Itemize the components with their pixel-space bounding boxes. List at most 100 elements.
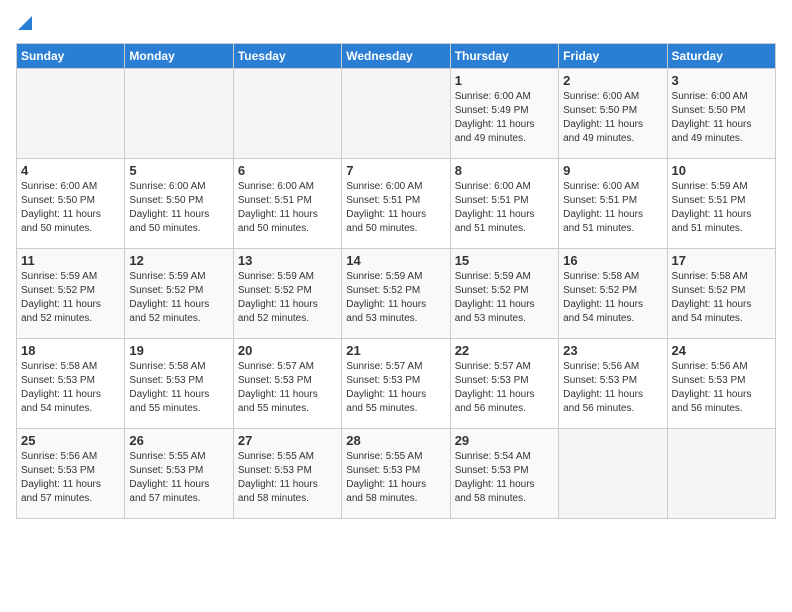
calendar-cell: 13 Sunrise: 5:59 AM Sunset: 5:52 PM Dayli… bbox=[233, 249, 341, 339]
calendar-cell: 11 Sunrise: 5:59 AM Sunset: 5:52 PM Dayli… bbox=[17, 249, 125, 339]
day-info: Sunrise: 6:00 AM Sunset: 5:50 PM Dayligh… bbox=[129, 180, 228, 236]
calendar-cell: 3 Sunrise: 6:00 AM Sunset: 5:50 PM Daylig… bbox=[667, 69, 775, 159]
day-info: Sunrise: 5:57 AM Sunset: 5:53 PM Dayligh… bbox=[238, 360, 337, 416]
day-info: Sunrise: 6:00 AM Sunset: 5:50 PM Dayligh… bbox=[672, 90, 771, 146]
calendar-cell: 18 Sunrise: 5:58 AM Sunset: 5:53 PM Dayli… bbox=[17, 339, 125, 429]
calendar-cell: 22 Sunrise: 5:57 AM Sunset: 5:53 PM Dayli… bbox=[450, 339, 558, 429]
calendar-cell: 6 Sunrise: 6:00 AM Sunset: 5:51 PM Daylig… bbox=[233, 159, 341, 249]
calendar-cell: 23Sunrise: 5:56 AM Sunset: 5:53 PM Dayli… bbox=[559, 339, 667, 429]
day-number: 12 bbox=[129, 253, 228, 268]
calendar-cell: 14Sunrise: 5:59 AM Sunset: 5:52 PM Dayli… bbox=[342, 249, 450, 339]
day-info: Sunrise: 6:00 AM Sunset: 5:49 PM Dayligh… bbox=[455, 90, 554, 146]
logo bbox=[16, 16, 32, 35]
calendar-cell: 9 Sunrise: 6:00 AM Sunset: 5:51 PM Daylig… bbox=[559, 159, 667, 249]
calendar-cell: 19 Sunrise: 5:58 AM Sunset: 5:53 PM Dayli… bbox=[125, 339, 233, 429]
calendar-cell bbox=[559, 429, 667, 519]
day-info: Sunrise: 5:59 AM Sunset: 5:52 PM Dayligh… bbox=[346, 270, 445, 326]
calendar-cell: 12 Sunrise: 5:59 AM Sunset: 5:52 PM Dayli… bbox=[125, 249, 233, 339]
day-number: 15 bbox=[455, 253, 554, 268]
day-info: Sunrise: 5:59 AM Sunset: 5:52 PM Dayligh… bbox=[21, 270, 120, 326]
col-header-friday: Friday bbox=[559, 44, 667, 69]
day-number: 6 bbox=[238, 163, 337, 178]
day-info: Sunrise: 6:00 AM Sunset: 5:51 PM Dayligh… bbox=[455, 180, 554, 236]
day-info: Sunrise: 6:00 AM Sunset: 5:50 PM Dayligh… bbox=[563, 90, 662, 146]
day-number: 4 bbox=[21, 163, 120, 178]
calendar-cell: 15 Sunrise: 5:59 AM Sunset: 5:52 PM Dayli… bbox=[450, 249, 558, 339]
day-number: 13 bbox=[238, 253, 337, 268]
day-number: 11 bbox=[21, 253, 120, 268]
calendar-cell bbox=[233, 69, 341, 159]
day-info: Sunrise: 5:59 AM Sunset: 5:52 PM Dayligh… bbox=[455, 270, 554, 326]
calendar-cell: 21 Sunrise: 5:57 AM Sunset: 5:53 PM Dayli… bbox=[342, 339, 450, 429]
day-number: 5 bbox=[129, 163, 228, 178]
day-info: Sunrise: 5:55 AM Sunset: 5:53 PM Dayligh… bbox=[238, 450, 337, 506]
day-info: Sunrise: 6:00 AM Sunset: 5:50 PM Dayligh… bbox=[21, 180, 120, 236]
day-info: Sunrise: 5:55 AM Sunset: 5:53 PM Dayligh… bbox=[129, 450, 228, 506]
calendar-cell bbox=[17, 69, 125, 159]
day-info: Sunrise: 6:00 AM Sunset: 5:51 PM Dayligh… bbox=[563, 180, 662, 236]
day-info: Sunrise: 6:00 AM Sunset: 5:51 PM Dayligh… bbox=[238, 180, 337, 236]
calendar-cell: 7 Sunrise: 6:00 AM Sunset: 5:51 PM Daylig… bbox=[342, 159, 450, 249]
calendar-cell: 29 Sunrise: 5:54 AM Sunset: 5:53 PM Dayli… bbox=[450, 429, 558, 519]
day-info: Sunrise: 5:57 AM Sunset: 5:53 PM Dayligh… bbox=[455, 360, 554, 416]
calendar-cell: 4 Sunrise: 6:00 AM Sunset: 5:50 PM Daylig… bbox=[17, 159, 125, 249]
day-info: Sunrise: 5:59 AM Sunset: 5:52 PM Dayligh… bbox=[129, 270, 228, 326]
day-number: 17 bbox=[672, 253, 771, 268]
calendar-cell: 27 Sunrise: 5:55 AM Sunset: 5:53 PM Dayli… bbox=[233, 429, 341, 519]
calendar-week-2: 4 Sunrise: 6:00 AM Sunset: 5:50 PM Daylig… bbox=[17, 159, 776, 249]
day-info: Sunrise: 5:58 AM Sunset: 5:52 PM Dayligh… bbox=[563, 270, 662, 326]
calendar-cell bbox=[342, 69, 450, 159]
day-number: 20 bbox=[238, 343, 337, 358]
logo-triangle-icon bbox=[18, 16, 32, 35]
day-info: Sunrise: 5:57 AM Sunset: 5:53 PM Dayligh… bbox=[346, 360, 445, 416]
calendar-cell: 24 Sunrise: 5:56 AM Sunset: 5:53 PM Dayli… bbox=[667, 339, 775, 429]
calendar-body: 1 Sunrise: 6:00 AM Sunset: 5:49 PM Daylig… bbox=[17, 69, 776, 519]
day-number: 10 bbox=[672, 163, 771, 178]
calendar-cell: 17 Sunrise: 5:58 AM Sunset: 5:52 PM Dayli… bbox=[667, 249, 775, 339]
day-number: 3 bbox=[672, 73, 771, 88]
calendar-cell: 1 Sunrise: 6:00 AM Sunset: 5:49 PM Daylig… bbox=[450, 69, 558, 159]
calendar-week-5: 25Sunrise: 5:56 AM Sunset: 5:53 PM Dayli… bbox=[17, 429, 776, 519]
day-number: 28 bbox=[346, 433, 445, 448]
day-number: 9 bbox=[563, 163, 662, 178]
calendar-cell: 2Sunrise: 6:00 AM Sunset: 5:50 PM Daylig… bbox=[559, 69, 667, 159]
calendar-cell: 20 Sunrise: 5:57 AM Sunset: 5:53 PM Dayli… bbox=[233, 339, 341, 429]
day-info: Sunrise: 5:58 AM Sunset: 5:52 PM Dayligh… bbox=[672, 270, 771, 326]
day-number: 26 bbox=[129, 433, 228, 448]
col-header-tuesday: Tuesday bbox=[233, 44, 341, 69]
page-header bbox=[16, 16, 776, 35]
calendar-cell: 5 Sunrise: 6:00 AM Sunset: 5:50 PM Daylig… bbox=[125, 159, 233, 249]
calendar-cell: 28 Sunrise: 5:55 AM Sunset: 5:53 PM Dayli… bbox=[342, 429, 450, 519]
day-info: Sunrise: 6:00 AM Sunset: 5:51 PM Dayligh… bbox=[346, 180, 445, 236]
day-number: 24 bbox=[672, 343, 771, 358]
day-info: Sunrise: 5:58 AM Sunset: 5:53 PM Dayligh… bbox=[21, 360, 120, 416]
calendar-cell: 16Sunrise: 5:58 AM Sunset: 5:52 PM Dayli… bbox=[559, 249, 667, 339]
day-info: Sunrise: 5:56 AM Sunset: 5:53 PM Dayligh… bbox=[672, 360, 771, 416]
day-info: Sunrise: 5:58 AM Sunset: 5:53 PM Dayligh… bbox=[129, 360, 228, 416]
calendar-cell: 10 Sunrise: 5:59 AM Sunset: 5:51 PM Dayli… bbox=[667, 159, 775, 249]
day-info: Sunrise: 5:54 AM Sunset: 5:53 PM Dayligh… bbox=[455, 450, 554, 506]
calendar-cell bbox=[667, 429, 775, 519]
calendar-week-4: 18 Sunrise: 5:58 AM Sunset: 5:53 PM Dayli… bbox=[17, 339, 776, 429]
day-number: 29 bbox=[455, 433, 554, 448]
day-info: Sunrise: 5:55 AM Sunset: 5:53 PM Dayligh… bbox=[346, 450, 445, 506]
calendar-cell: 26 Sunrise: 5:55 AM Sunset: 5:53 PM Dayli… bbox=[125, 429, 233, 519]
day-number: 21 bbox=[346, 343, 445, 358]
day-number: 23 bbox=[563, 343, 662, 358]
col-header-monday: Monday bbox=[125, 44, 233, 69]
day-number: 27 bbox=[238, 433, 337, 448]
day-number: 18 bbox=[21, 343, 120, 358]
calendar-week-1: 1 Sunrise: 6:00 AM Sunset: 5:49 PM Daylig… bbox=[17, 69, 776, 159]
calendar-header-row: SundayMondayTuesdayWednesdayThursdayFrid… bbox=[17, 44, 776, 69]
day-info: Sunrise: 5:59 AM Sunset: 5:51 PM Dayligh… bbox=[672, 180, 771, 236]
day-number: 22 bbox=[455, 343, 554, 358]
calendar-cell: 25Sunrise: 5:56 AM Sunset: 5:53 PM Dayli… bbox=[17, 429, 125, 519]
day-number: 1 bbox=[455, 73, 554, 88]
day-number: 7 bbox=[346, 163, 445, 178]
day-info: Sunrise: 5:56 AM Sunset: 5:53 PM Dayligh… bbox=[21, 450, 120, 506]
col-header-thursday: Thursday bbox=[450, 44, 558, 69]
day-number: 8 bbox=[455, 163, 554, 178]
calendar-cell bbox=[125, 69, 233, 159]
day-info: Sunrise: 5:59 AM Sunset: 5:52 PM Dayligh… bbox=[238, 270, 337, 326]
day-number: 19 bbox=[129, 343, 228, 358]
